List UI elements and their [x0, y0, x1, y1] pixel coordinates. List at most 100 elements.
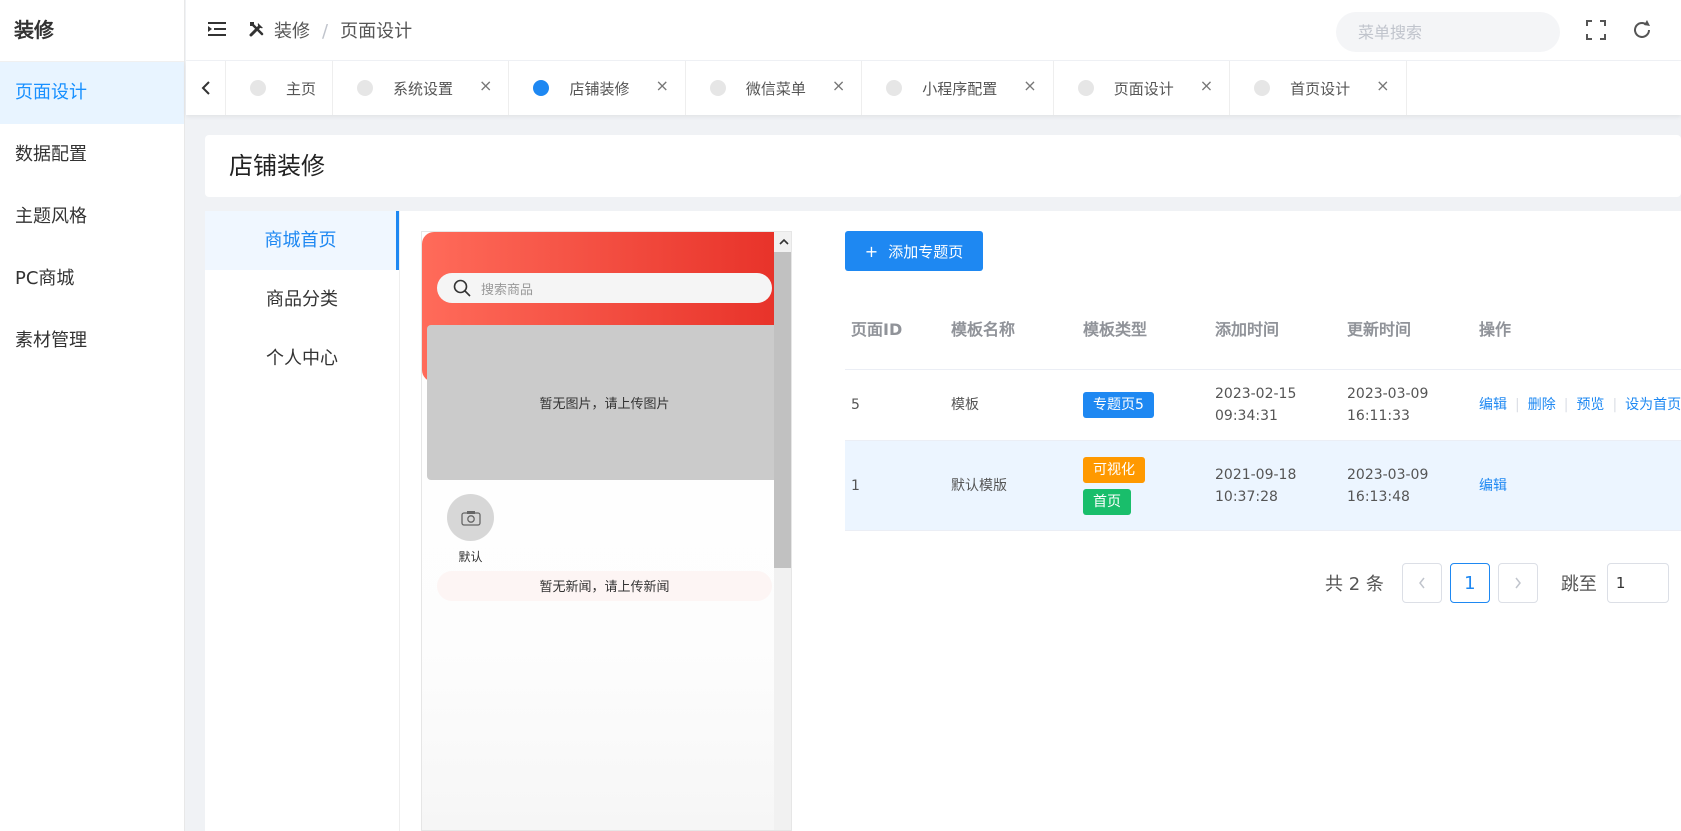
- nav-item-user-center[interactable]: 个人中心: [205, 329, 399, 388]
- category-avatar[interactable]: [447, 494, 494, 541]
- tab-bar: 主页 系统设置 × 店铺装修 × 微信菜单 × 小程序配置 × 页面设计 × 首…: [186, 61, 1681, 115]
- type-tag: 可视化: [1083, 456, 1145, 483]
- chevron-left-icon: [1418, 577, 1425, 589]
- tabs-scroll-left-button[interactable]: [186, 61, 226, 115]
- breadcrumb-item-page-design: 页面设计: [340, 21, 413, 42]
- nav-item-category[interactable]: 商品分类: [205, 270, 399, 329]
- cell-added-time: 2021-09-18 10:37:28: [1215, 466, 1297, 505]
- banner-placeholder[interactable]: 暂无图片，请上传图片: [427, 325, 782, 480]
- fullscreen-icon[interactable]: [1584, 18, 1608, 42]
- set-homepage-link[interactable]: 设为首页: [1625, 397, 1681, 413]
- jump-label: 跳至: [1560, 574, 1597, 595]
- sidebar-item-material[interactable]: 素材管理: [0, 310, 184, 372]
- page-title: 店铺装修: [229, 152, 325, 180]
- banner-text: 暂无图片，请上传图片: [539, 397, 670, 412]
- nav-item-mall-home[interactable]: 商城首页: [205, 211, 399, 270]
- tab-close-icon[interactable]: ×: [832, 76, 845, 95]
- breadcrumb-item-decorate[interactable]: 装修: [274, 21, 310, 42]
- tab-close-icon[interactable]: ×: [479, 76, 492, 95]
- cell-template-name: 默认模版: [951, 477, 1007, 494]
- col-template-name: 模板名称: [951, 319, 1016, 339]
- news-placeholder[interactable]: 暂无新闻，请上传新闻: [437, 571, 772, 601]
- edit-link[interactable]: 编辑: [1479, 478, 1507, 494]
- tab-wechat-menu[interactable]: 微信菜单 ×: [686, 61, 863, 115]
- pagination: 共 2 条 1 跳至: [1325, 563, 1669, 603]
- cell-updated-time: 2023-03-09 16:13:48: [1347, 466, 1429, 505]
- delete-link[interactable]: 删除: [1528, 397, 1556, 413]
- cell-page-id: 5: [851, 397, 860, 413]
- next-page-button[interactable]: [1497, 563, 1538, 603]
- add-topic-page-button[interactable]: + 添加专题页: [845, 231, 983, 271]
- scroll-up-button[interactable]: [774, 232, 791, 252]
- page-type-nav: 商城首页 商品分类 个人中心: [205, 211, 400, 831]
- tools-icon: [249, 22, 264, 37]
- tab-close-icon[interactable]: ×: [655, 76, 668, 95]
- jump-page-input[interactable]: [1606, 563, 1669, 603]
- chevron-up-icon: [778, 238, 789, 245]
- cell-template-name: 模板: [951, 397, 979, 413]
- cell-template-type: 可视化 首页: [1077, 456, 1209, 515]
- sidebar-item-data-config[interactable]: 数据配置: [0, 124, 184, 186]
- sidebar-item-theme-style[interactable]: 主题风格: [0, 186, 184, 248]
- tab-close-icon[interactable]: ×: [1376, 76, 1389, 95]
- tab-status-dot: [533, 80, 550, 96]
- scroll-thumb[interactable]: [774, 252, 791, 568]
- phone-scrollbar[interactable]: [774, 232, 791, 830]
- type-tag: 首页: [1083, 488, 1131, 515]
- tab-home[interactable]: 主页: [226, 61, 334, 115]
- col-added-time: 添加时间: [1215, 319, 1280, 339]
- search-icon: [453, 279, 471, 297]
- chevron-right-icon: [1515, 577, 1521, 589]
- refresh-icon[interactable]: [1630, 18, 1654, 42]
- tab-homepage-design[interactable]: 首页设计 ×: [1230, 61, 1407, 115]
- add-topic-page-label: 添加专题页: [888, 242, 964, 261]
- tab-label: 系统设置: [393, 79, 454, 98]
- sidebar: 装修 页面设计 数据配置 主题风格 PC商城 素材管理: [0, 0, 185, 831]
- tab-status-dot: [1254, 80, 1271, 96]
- tab-label: 主页: [286, 79, 317, 98]
- tab-close-icon[interactable]: ×: [1200, 76, 1213, 95]
- tab-label: 首页设计: [1290, 79, 1351, 98]
- tab-label: 店铺装修: [569, 79, 630, 98]
- plus-icon: +: [864, 241, 879, 261]
- menu-fold-icon[interactable]: [206, 18, 228, 40]
- tab-status-dot: [357, 80, 374, 96]
- page-number[interactable]: 1: [1449, 563, 1490, 603]
- tab-system-settings[interactable]: 系统设置 ×: [333, 61, 510, 115]
- breadcrumb: 装修 / 页面设计: [274, 17, 412, 43]
- col-updated-time: 更新时间: [1347, 319, 1412, 339]
- col-template-type: 模板类型: [1083, 319, 1148, 339]
- sidebar-item-pc-mall[interactable]: PC商城: [0, 248, 184, 310]
- camera-icon: [460, 510, 481, 526]
- sidebar-item-page-design[interactable]: 页面设计: [0, 62, 184, 124]
- tab-shop-decoration[interactable]: 店铺装修 ×: [509, 61, 686, 115]
- breadcrumb-separator: /: [322, 21, 329, 42]
- cell-actions: 编辑: [1473, 475, 1681, 497]
- type-tag: 专题页5: [1083, 392, 1154, 418]
- tab-close-icon[interactable]: ×: [1023, 76, 1036, 95]
- template-table: 页面ID 模板名称 模板类型 添加时间 更新时间 操作 5 模板 专题页5 20…: [845, 286, 1681, 531]
- cell-page-id: 1: [851, 477, 860, 494]
- pagination-total: 共 2 条: [1325, 574, 1384, 595]
- table-row: 1 默认模版 可视化 首页 2021-09-18 10:37:28 2023-0…: [845, 441, 1681, 531]
- tab-status-dot: [886, 80, 903, 96]
- tab-miniprogram-config[interactable]: 小程序配置 ×: [862, 61, 1054, 115]
- phone-search-bar[interactable]: 搜索商品: [437, 273, 772, 303]
- col-actions: 操作: [1479, 319, 1512, 339]
- cell-added-time: 2023-02-15 09:34:31: [1215, 386, 1297, 424]
- preview-link[interactable]: 预览: [1576, 397, 1604, 413]
- page-title-card: 店铺装修: [205, 135, 1681, 197]
- tab-label: 小程序配置: [922, 79, 998, 98]
- menu-search-input[interactable]: [1336, 12, 1560, 52]
- table-row: 5 模板 专题页5 2023-02-15 09:34:31 2023-03-09…: [845, 370, 1681, 441]
- tab-status-dot: [1077, 80, 1094, 96]
- prev-page-button[interactable]: [1401, 563, 1442, 603]
- table-header: 页面ID 模板名称 模板类型 添加时间 更新时间 操作: [845, 286, 1681, 370]
- tab-label: 微信菜单: [745, 79, 806, 98]
- sidebar-title: 装修: [0, 0, 184, 62]
- tab-page-design[interactable]: 页面设计 ×: [1054, 61, 1231, 115]
- edit-link[interactable]: 编辑: [1479, 397, 1507, 413]
- cell-updated-time: 2023-03-09 16:11:33: [1347, 386, 1429, 424]
- header: 装修 / 页面设计: [186, 0, 1681, 60]
- category-label: 默认: [458, 550, 483, 564]
